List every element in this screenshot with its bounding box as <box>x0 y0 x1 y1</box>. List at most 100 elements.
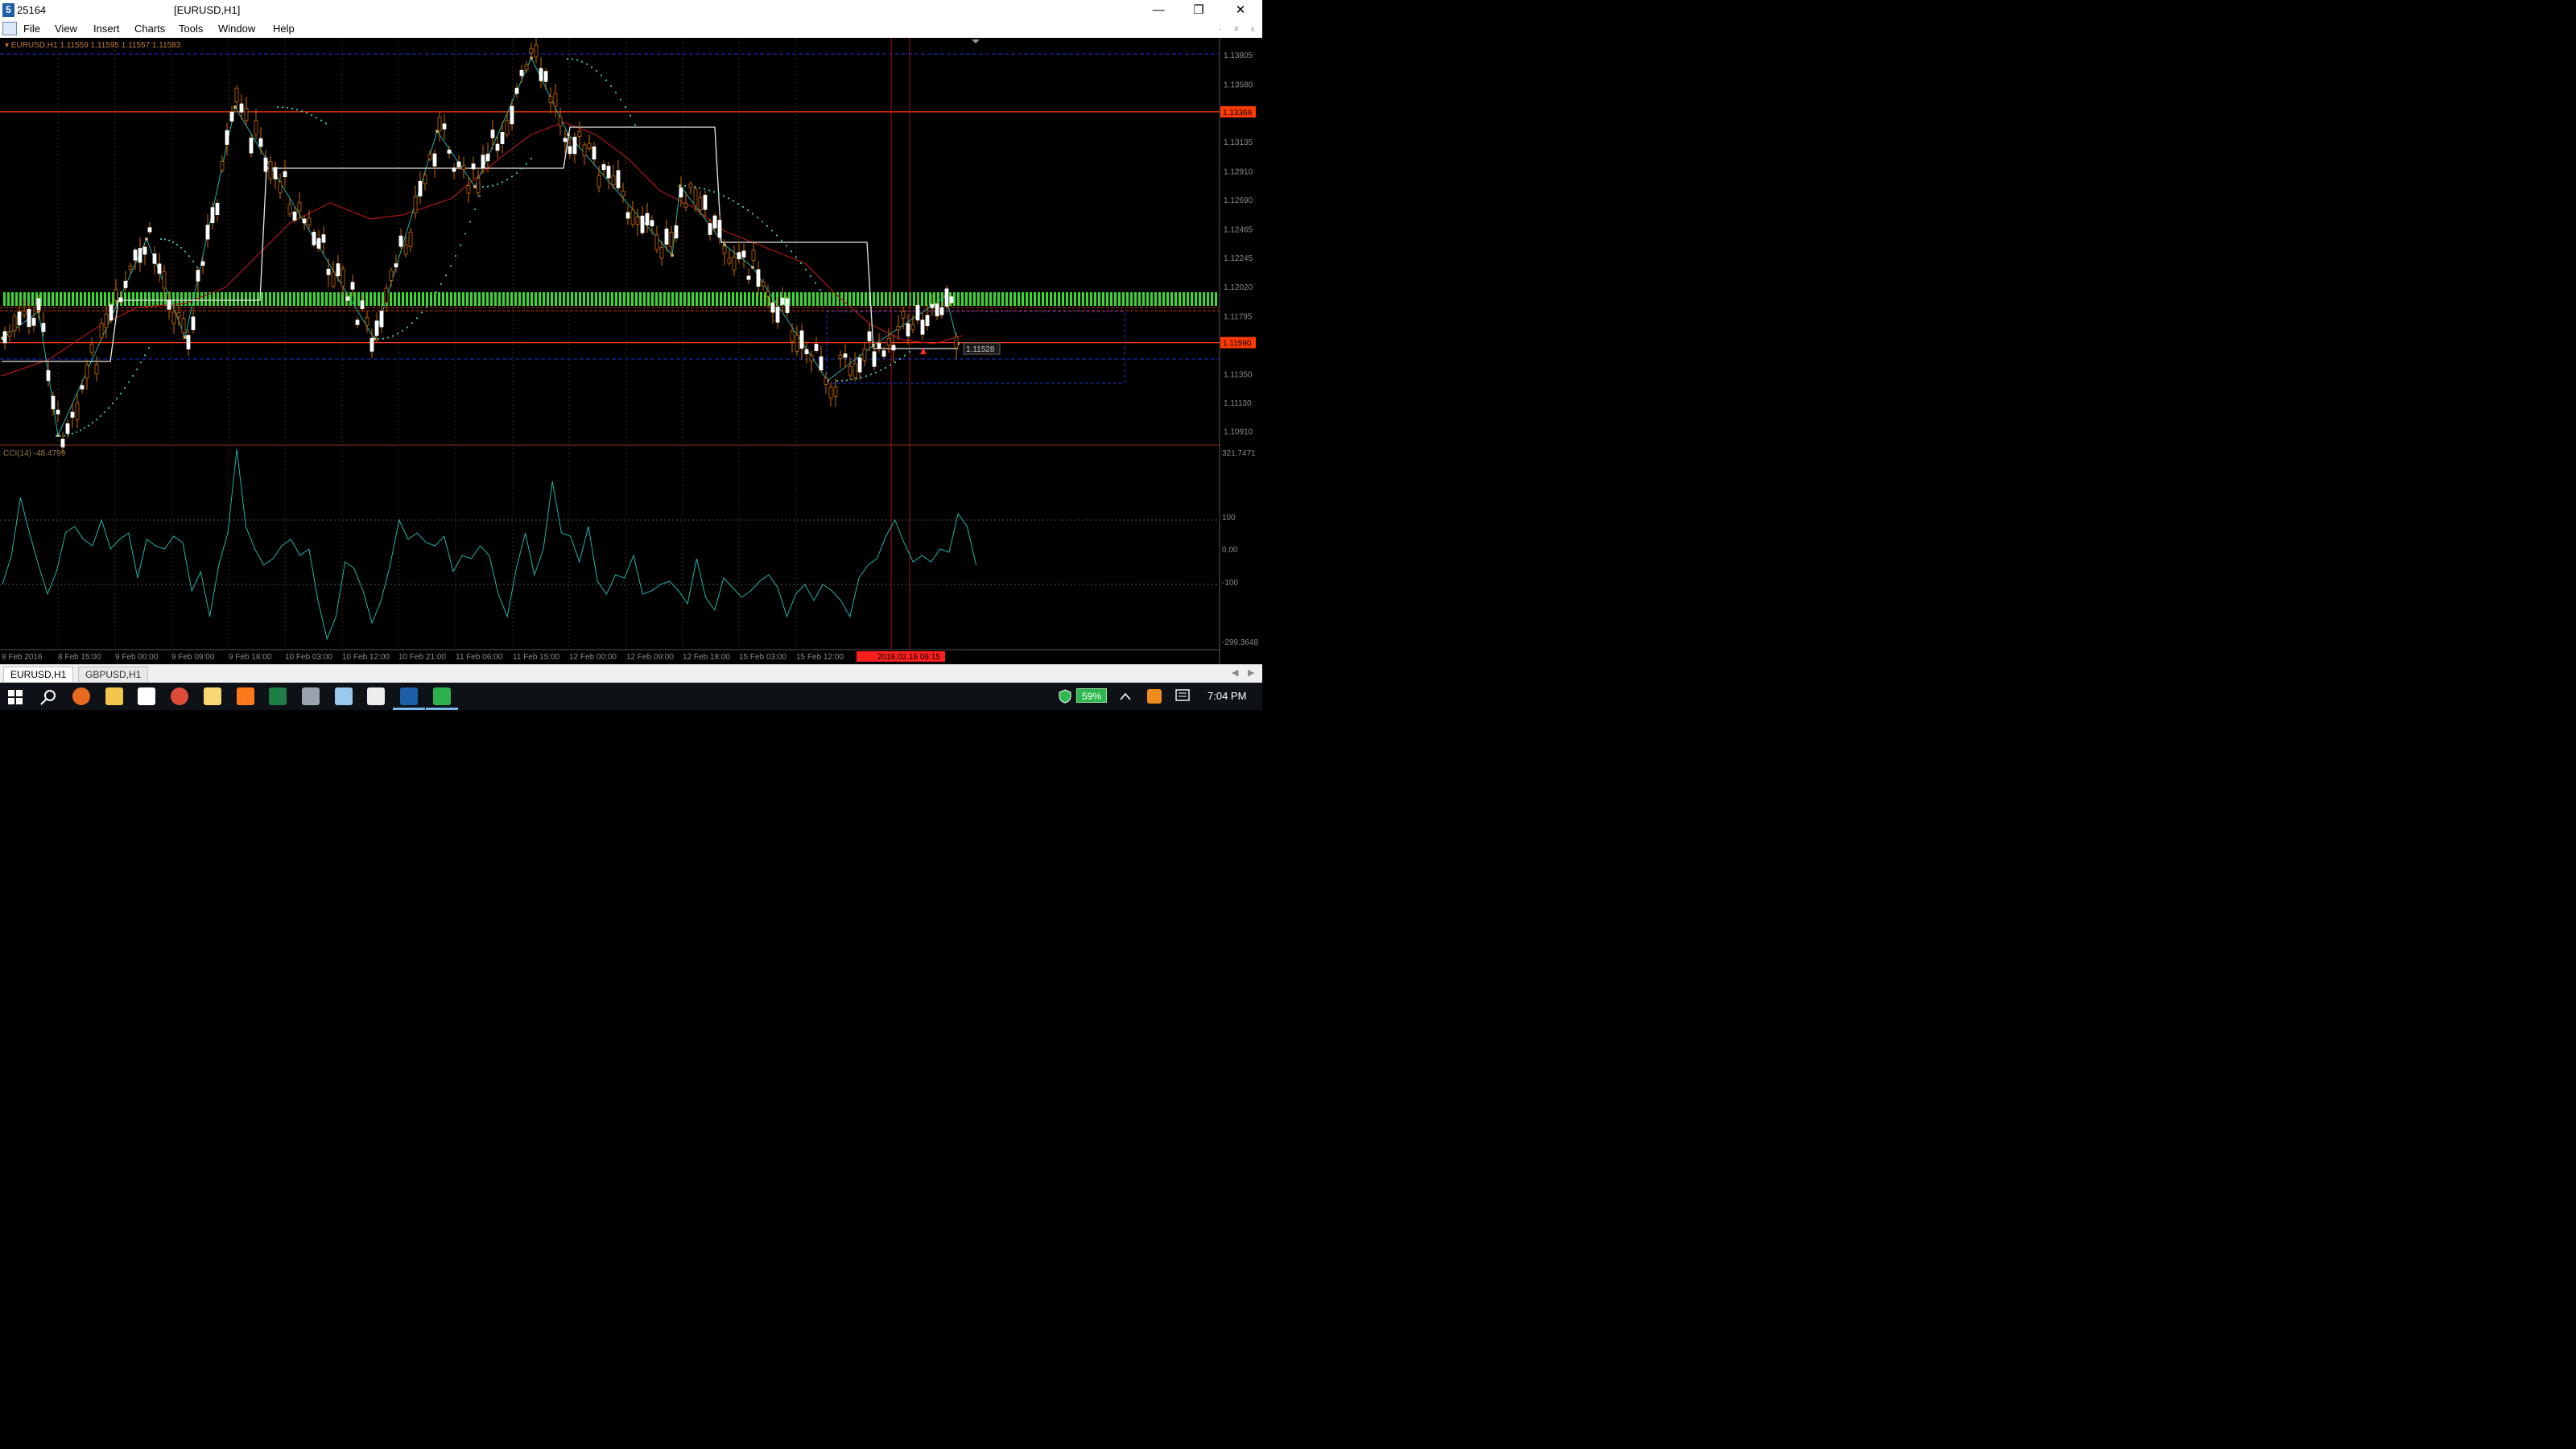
action-center-icon[interactable] <box>1175 689 1190 704</box>
green-indicator-bar <box>1183 292 1185 306</box>
sar-dot <box>440 283 443 286</box>
menu-window[interactable]: Window <box>218 23 255 35</box>
menu-charts[interactable]: Charts <box>134 23 165 35</box>
green-indicator-bar <box>60 292 62 306</box>
green-indicator-bar <box>643 292 646 306</box>
green-indicator-bar <box>724 292 726 306</box>
green-indicator-bar <box>426 292 428 306</box>
green-indicator-bar <box>647 292 650 306</box>
candle-body <box>258 138 263 147</box>
tab-gbpusd-h1[interactable]: GBPUSD,H1 <box>78 667 149 682</box>
candle-body <box>355 320 360 325</box>
sar-dot <box>683 185 687 188</box>
sar-dot <box>814 282 817 284</box>
candle-body <box>99 323 104 339</box>
candle-body <box>852 363 857 378</box>
sar-dot <box>469 221 472 223</box>
store-icon[interactable] <box>138 687 155 705</box>
candle-body <box>761 282 766 287</box>
price-chart[interactable]: ▾ EURUSD,H1 1.11559 1.11595 1.11557 1.11… <box>0 33 1262 663</box>
minimize-icon[interactable]: — <box>1140 2 1177 19</box>
firefox-icon[interactable] <box>72 687 90 705</box>
green-indicator-bar <box>792 292 795 306</box>
sar-dot <box>377 337 380 341</box>
candle-body <box>954 336 959 349</box>
notes-app-icon[interactable] <box>335 687 353 705</box>
candle-body <box>510 105 514 125</box>
folder-icon[interactable] <box>204 687 221 705</box>
chart-window[interactable]: ▾ EURUSD,H1 1.11559 1.11595 1.11557 1.11… <box>0 33 1262 663</box>
candle-body <box>200 261 205 266</box>
green-indicator-bar <box>124 292 126 306</box>
scroll-left-icon[interactable]: ◀ <box>1232 667 1238 678</box>
flame-app-icon[interactable] <box>237 687 254 705</box>
child-close-icon[interactable]: x <box>1246 23 1259 35</box>
scroll-right-icon[interactable]: ▶ <box>1248 667 1254 678</box>
menu-help[interactable]: Help <box>273 23 295 35</box>
green-indicator-bar <box>369 292 372 306</box>
show-hidden-icons-chevron-up-icon[interactable] <box>1119 691 1132 702</box>
candle-body <box>239 103 244 113</box>
green-indicator-bar <box>683 292 686 306</box>
menu-insert[interactable]: Insert <box>93 23 120 35</box>
sar-dot <box>175 243 179 246</box>
child-restore-icon[interactable]: # <box>1230 23 1243 35</box>
candle-body <box>505 120 510 135</box>
sar-dot <box>746 209 749 212</box>
candle-body <box>737 252 741 260</box>
tray-app-icon[interactable] <box>1147 689 1162 704</box>
sar-dot <box>103 411 106 414</box>
menu-view[interactable]: View <box>55 23 77 35</box>
file-explorer-icon[interactable] <box>105 687 123 705</box>
sar-dot <box>281 106 284 109</box>
sar-dot <box>163 238 167 241</box>
green-indicator-bar <box>466 292 469 306</box>
candle-body <box>862 349 867 361</box>
green-indicator-bar <box>446 292 448 306</box>
menu-tools[interactable]: Tools <box>179 23 203 35</box>
symbol-tab-bar: EURUSD,H1 GBPUSD,H1 ◀ ▶ <box>0 664 1262 683</box>
metatrader-icon[interactable] <box>400 687 418 705</box>
menu-file[interactable]: File <box>23 23 40 35</box>
tab-eurusd-h1[interactable]: EURUSD,H1 <box>3 667 74 682</box>
green-indicator-bar <box>410 292 412 306</box>
defender-shield-icon[interactable] <box>1058 689 1072 704</box>
chart-window-icon[interactable] <box>2 22 17 35</box>
sar-dot <box>903 354 906 357</box>
green-indicator-bar <box>96 292 98 306</box>
time-axis-label: 12 Feb 09:00 <box>626 653 674 662</box>
zigzag-point <box>145 237 148 241</box>
candle-body <box>109 304 114 321</box>
candle-body <box>679 188 683 198</box>
candle-body <box>365 316 369 326</box>
time-axis-label: 9 Feb 18:00 <box>229 653 272 662</box>
candle-body <box>625 212 630 219</box>
candle-body <box>321 234 326 243</box>
taskbar-clock[interactable]: 7:04 PM <box>1208 690 1246 702</box>
candle-body <box>244 108 249 122</box>
tools-app-icon[interactable] <box>302 687 320 705</box>
sar-dot <box>300 110 303 113</box>
photos-icon[interactable] <box>367 687 385 705</box>
battery-indicator[interactable]: 59% <box>1076 688 1107 703</box>
green-indicator-bar <box>663 292 666 306</box>
candle-body <box>799 330 804 349</box>
windows-start-icon[interactable] <box>8 690 23 704</box>
child-minimize-icon[interactable]: - <box>1214 23 1227 35</box>
green-indicator-bar <box>1179 292 1181 306</box>
excel-icon[interactable] <box>269 687 287 705</box>
chrome-icon[interactable] <box>171 687 188 705</box>
restore-icon[interactable]: ❐ <box>1180 2 1217 19</box>
close-icon[interactable]: ✕ <box>1222 2 1259 19</box>
green-indicator-bar <box>1001 292 1004 306</box>
green-indicator-bar <box>458 292 460 306</box>
green-indicator-bar <box>225 292 227 306</box>
candle-body <box>452 167 456 172</box>
green-indicator-bar <box>732 292 734 306</box>
sar-dot <box>624 106 627 109</box>
candle-body <box>423 175 427 184</box>
search-icon[interactable] <box>40 689 56 705</box>
candle-body <box>114 289 118 301</box>
green-indicator-bar <box>1038 292 1040 306</box>
evernote-icon[interactable] <box>433 687 451 705</box>
